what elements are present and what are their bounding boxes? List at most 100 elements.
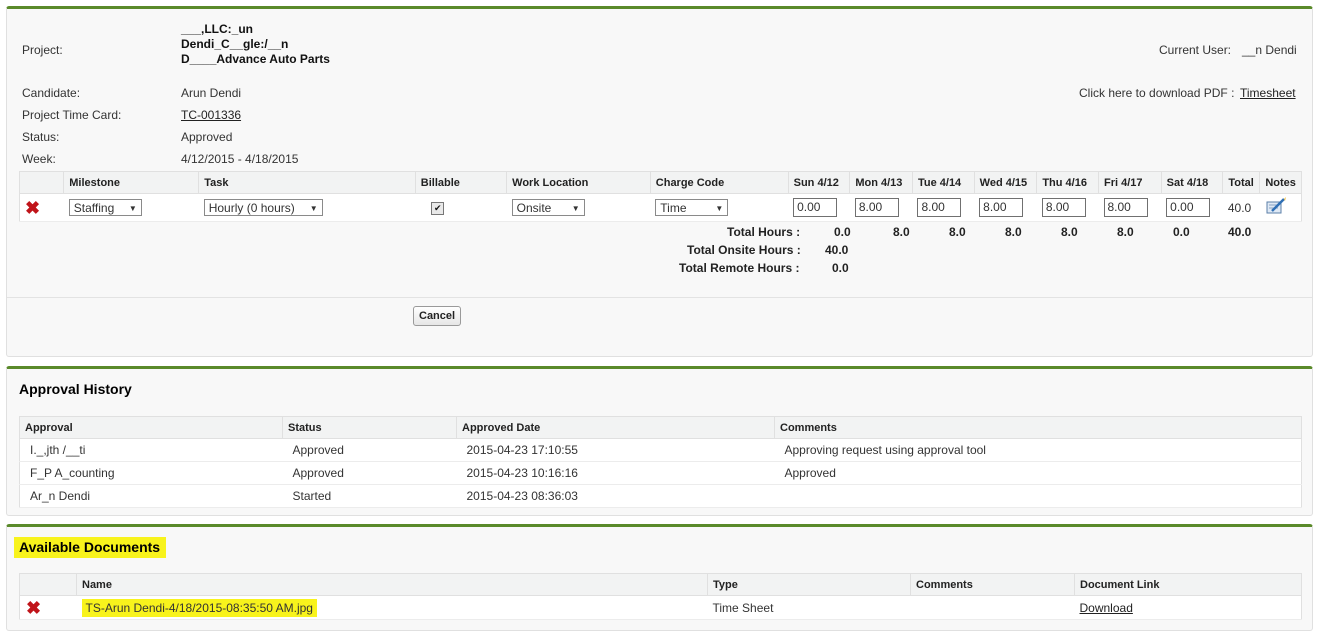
tue-hours-input[interactable]: 8.00 xyxy=(917,198,962,217)
total-wed: 8.0 xyxy=(1005,225,1022,239)
table-row: ✖ TS-Arun Dendi-4/18/2015-08:35:50 AM.jp… xyxy=(19,595,1302,620)
project-value: ___,LLC:_un Dendi_C__gle:/__n D____Advan… xyxy=(181,22,330,67)
thu-hours-input[interactable]: 8.00 xyxy=(1041,198,1086,217)
total-remote-value: 0.0 xyxy=(832,261,849,275)
wed-hours-input[interactable]: 8.00 xyxy=(979,198,1024,217)
notes-icon[interactable] xyxy=(1265,196,1287,216)
total-mon: 8.0 xyxy=(893,225,910,239)
billable-checkbox[interactable]: ✔ xyxy=(431,202,445,215)
table-row: I._,jth /__ti Approved 2015-04-23 17:10:… xyxy=(19,438,1302,462)
document-type: Time Sheet xyxy=(707,595,911,620)
approval-date: 2015-04-23 10:16:16 xyxy=(456,461,775,485)
total-remote-label: Total Remote Hours : xyxy=(679,261,800,275)
divider xyxy=(7,297,1312,298)
project-label: Project: xyxy=(22,43,63,57)
col-tue: Tue 4/14 xyxy=(912,171,975,194)
col-status: Status xyxy=(282,416,457,439)
documents-header-row: Name Type Comments Document Link xyxy=(19,573,1302,596)
col-comments: Comments xyxy=(910,573,1075,596)
chevron-down-icon: ▼ xyxy=(309,204,318,213)
milestone-select[interactable]: Staffing ▼ xyxy=(68,199,142,216)
col-sat: Sat 4/18 xyxy=(1161,171,1224,194)
col-fri: Fri 4/17 xyxy=(1098,171,1162,194)
pdf-download-label: Click here to download PDF : xyxy=(1079,86,1235,100)
milestone-cell: Staffing ▼ xyxy=(63,193,199,222)
col-approval: Approval xyxy=(19,416,283,439)
col-delete xyxy=(19,573,77,596)
task-select[interactable]: Hourly (0 hours) ▼ xyxy=(203,199,323,216)
col-total: Total xyxy=(1222,171,1261,194)
col-delete xyxy=(19,171,65,194)
sun-hours-input[interactable]: 0.00 xyxy=(793,198,838,217)
total-onsite-label: Total Onsite Hours : xyxy=(687,243,801,257)
delete-icon[interactable]: ✖ xyxy=(26,598,41,618)
col-work-location: Work Location xyxy=(506,171,651,194)
charge-code-select[interactable]: Time ▼ xyxy=(655,199,729,216)
table-row: Ar_n Dendi Started 2015-04-23 08:36:03 xyxy=(19,484,1302,508)
col-billable: Billable xyxy=(415,171,508,194)
task-cell: Hourly (0 hours) ▼ xyxy=(198,193,416,222)
approval-comments: Approving request using approval tool xyxy=(774,438,1302,462)
total-thu: 8.0 xyxy=(1061,225,1078,239)
approval-status: Started xyxy=(282,484,457,508)
week-label: Week: xyxy=(22,152,56,166)
fri-cell: 8.00 xyxy=(1098,193,1162,222)
wed-cell: 8.00 xyxy=(974,193,1037,222)
mon-hours-input[interactable]: 8.00 xyxy=(854,198,899,217)
col-notes: Notes xyxy=(1259,171,1302,194)
tue-cell: 8.00 xyxy=(912,193,975,222)
project-time-card-link[interactable]: TC-001336 xyxy=(181,108,241,122)
project-line-2: Dendi_C__gle:/__n xyxy=(181,37,289,51)
charge-code-value: Time xyxy=(660,201,687,215)
timesheet-pdf-link[interactable]: Timesheet xyxy=(1240,86,1296,100)
week-value: 4/12/2015 - 4/18/2015 xyxy=(181,152,299,166)
total-hours-label: Total Hours : xyxy=(727,225,801,239)
delete-cell: ✖ xyxy=(19,595,77,620)
col-document-link: Document Link xyxy=(1074,573,1302,596)
col-comments: Comments xyxy=(774,416,1302,439)
project-time-card-label: Project Time Card: xyxy=(22,108,122,122)
approval-history-table: Approval Status Approved Date Comments I… xyxy=(19,416,1302,508)
work-location-select[interactable]: Onsite ▼ xyxy=(511,199,585,216)
document-comments xyxy=(910,595,1075,620)
cancel-button[interactable]: Cancel xyxy=(413,306,462,326)
candidate-value: Arun Dendi xyxy=(181,86,242,100)
chevron-down-icon: ▼ xyxy=(571,204,580,213)
milestone-value: Staffing xyxy=(73,201,115,215)
approval-name: I._,jth /__ti xyxy=(19,438,283,462)
col-thu: Thu 4/16 xyxy=(1036,171,1099,194)
sat-hours-input[interactable]: 0.00 xyxy=(1166,198,1211,217)
charge-code-cell: Time ▼ xyxy=(650,193,789,222)
col-approved-date: Approved Date xyxy=(456,416,775,439)
download-link[interactable]: Download xyxy=(1080,601,1133,615)
table-row: F_P A_counting Approved 2015-04-23 10:16… xyxy=(19,461,1302,485)
delete-icon[interactable]: ✖ xyxy=(25,198,40,218)
row-total: 40.0 xyxy=(1222,193,1260,222)
time-entry-row: ✖ Staffing ▼ Hourly (0 hours) ▼ ✔ Onsite ▼ … xyxy=(19,193,1302,222)
approval-name: Ar_n Dendi xyxy=(19,484,283,508)
col-mon: Mon 4/13 xyxy=(849,171,913,194)
delete-cell: ✖ xyxy=(19,193,64,222)
approval-status: Approved xyxy=(282,461,457,485)
document-link-cell: Download xyxy=(1074,595,1302,620)
task-value: Hourly (0 hours) xyxy=(208,201,295,215)
status-label: Status: xyxy=(22,130,60,144)
chevron-down-icon: ▼ xyxy=(128,204,137,213)
col-task: Task xyxy=(198,171,416,194)
total-sat: 0.0 xyxy=(1173,225,1190,239)
documents-table: Name Type Comments Document Link ✖ TS-Ar… xyxy=(19,573,1302,620)
approval-comments: Approved xyxy=(774,461,1302,485)
project-line-3: D____Advance Auto Parts xyxy=(181,52,330,66)
approval-date: 2015-04-23 17:10:55 xyxy=(456,438,775,462)
approval-status: Approved xyxy=(282,438,457,462)
approval-name: F_P A_counting xyxy=(19,461,283,485)
work-location-cell: Onsite ▼ xyxy=(506,193,651,222)
document-name-cell: TS-Arun Dendi-4/18/2015-08:35:50 AM.jpg xyxy=(76,595,708,620)
thu-cell: 8.00 xyxy=(1036,193,1099,222)
document-name: TS-Arun Dendi-4/18/2015-08:35:50 AM.jpg xyxy=(81,598,317,617)
total-fri: 8.0 xyxy=(1117,225,1134,239)
status-value: Approved xyxy=(181,130,233,144)
fri-hours-input[interactable]: 8.00 xyxy=(1103,198,1148,217)
current-user-label: Current User: xyxy=(1159,43,1232,57)
project-line-1: ___,LLC:_un xyxy=(181,22,254,36)
